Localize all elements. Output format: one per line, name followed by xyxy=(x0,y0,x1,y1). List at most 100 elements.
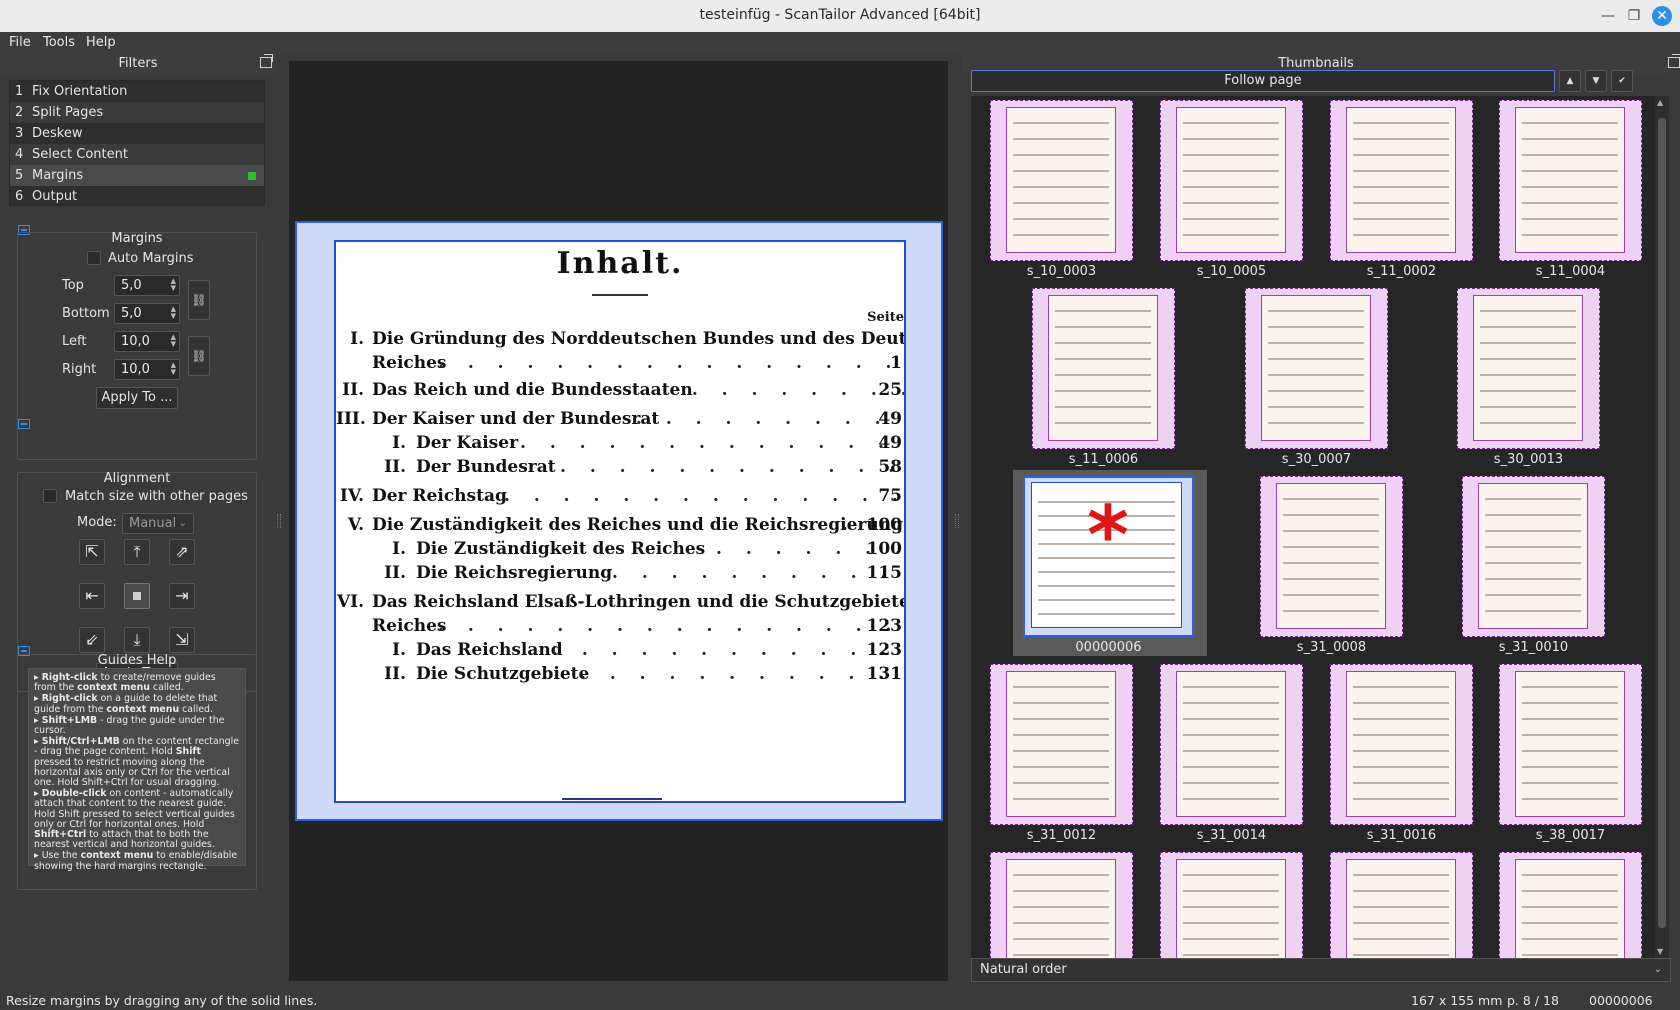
close-button[interactable]: ✕ xyxy=(1652,6,1672,26)
align-center-icon[interactable] xyxy=(124,583,150,609)
thumbnail-label: s_31_0016 xyxy=(1366,828,1437,843)
link-top-bottom-icon[interactable]: ⛓ xyxy=(188,280,210,320)
top-margin-input[interactable]: 5,0 ▲ ▼ xyxy=(114,275,180,296)
seite-label: Seite xyxy=(867,310,904,325)
spin-arrows-icon[interactable]: ▲ ▼ xyxy=(171,362,176,376)
right-margin-input[interactable]: 10,0 ▲ ▼ xyxy=(114,359,180,380)
align-bottom-left-icon[interactable]: ⇙ xyxy=(79,627,105,653)
filter-split-pages[interactable]: 2 Split Pages xyxy=(10,102,264,123)
filter-number: 5 xyxy=(15,168,24,183)
bottom-margin-input[interactable]: 5,0 ▲ ▼ xyxy=(114,303,180,324)
filters-panel-title: Filters xyxy=(0,54,276,74)
content-rectangle[interactable]: Inhalt. Seite I. Die Gründung des Norddeu… xyxy=(334,240,906,803)
maximize-button[interactable]: ❐ xyxy=(1624,6,1644,26)
scroll-up-icon[interactable]: ▲ xyxy=(1657,98,1663,107)
help-item: ▸ Double-click on content - automaticall… xyxy=(34,788,235,851)
toc-line: IV. Der Reichstag. . . . . . . . . . . . … xyxy=(339,486,904,506)
bottom-margin-value: 5,0 xyxy=(121,306,142,321)
thumbnail-label: s_11_0002 xyxy=(1366,264,1437,279)
spin-arrows-icon[interactable]: ▲ ▼ xyxy=(171,278,176,292)
margins-group: Margins Auto Margins Top 5,0 ▲ ▼ Bottom 5,… xyxy=(17,231,257,460)
filter-number: 3 xyxy=(15,126,24,141)
toc-line: II. Die Reichsregierung. . . . . . . . . … xyxy=(384,563,904,583)
align-top-icon[interactable]: ⤒ xyxy=(124,539,150,565)
sort-order-select[interactable]: Natural order ⌄ xyxy=(971,958,1671,982)
next-page-icon[interactable]: ▼ xyxy=(1585,70,1607,92)
help-item: ▸ Shift/Ctrl+LMB on the content rectangl… xyxy=(34,736,239,789)
filter-output[interactable]: 6 Output xyxy=(10,186,264,207)
thumbnail-label: s_31_0012 xyxy=(1026,828,1097,843)
status-hint: Resize margins by dragging any of the so… xyxy=(6,993,318,1008)
menu-help[interactable]: Help xyxy=(86,35,116,50)
filter-label: Select Content xyxy=(32,147,128,162)
margins-apply-button[interactable]: Apply To ... xyxy=(96,387,178,409)
align-left-icon[interactable]: ⇤ xyxy=(79,583,105,609)
title-rule xyxy=(592,294,648,296)
top-margin-label: Top xyxy=(62,278,84,293)
filter-margins[interactable]: 5 Margins xyxy=(10,165,264,186)
page-hard-margins[interactable]: Inhalt. Seite I. Die Gründung des Norddeu… xyxy=(295,221,943,821)
thumbnails-panel: Thumbnails Follow page ▲ ▼ ✔ s_10_0003 s… xyxy=(963,54,1680,990)
align-top-right-icon[interactable]: ⇗ xyxy=(169,539,195,565)
guides-help-text: ▸ Right-click to create/remove guides fr… xyxy=(28,668,246,871)
auto-margins-checkbox[interactable] xyxy=(87,251,101,265)
right-splitter-handle[interactable] xyxy=(955,514,959,528)
page-view[interactable]: Inhalt. Seite I. Die Gründung des Norddeu… xyxy=(289,61,948,981)
menu-bar: File Tools Help xyxy=(0,32,1680,54)
toc-line: II. Der Bundesrat. . . . . . . . . . . . … xyxy=(384,457,904,477)
undock-icon[interactable] xyxy=(1668,54,1680,68)
sort-order-value: Natural order xyxy=(980,962,1067,977)
match-size-checkbox[interactable] xyxy=(43,489,57,503)
filters-panel: Filters 1 Fix Orientation 2 Split Pages … xyxy=(0,54,276,990)
toc-line: Reiches. . . . . . . . . . . . . . . . .… xyxy=(372,353,904,373)
align-bottom-icon[interactable]: ⤓ xyxy=(124,627,150,653)
thumbnail-label: s_10_0003 xyxy=(1026,264,1097,279)
thumbnail-label: 00000006 xyxy=(1075,640,1142,655)
filter-fix-orientation[interactable]: 1 Fix Orientation xyxy=(10,81,264,102)
thumbnails-scrollbar[interactable]: ▲ ▼ xyxy=(1655,96,1669,958)
mode-select[interactable]: Manual ⌄ xyxy=(122,513,194,534)
scrollbar-handle[interactable] xyxy=(1658,118,1666,928)
filter-number: 4 xyxy=(15,147,24,162)
thumbnail-label: s_10_0005 xyxy=(1196,264,1267,279)
right-margin-value: 10,0 xyxy=(121,362,150,377)
filters-list: 1 Fix Orientation 2 Split Pages 3 Deskew… xyxy=(9,80,265,206)
filter-number: 2 xyxy=(15,105,24,120)
page-counter: p. 8 / 18 xyxy=(1507,993,1559,1008)
prev-page-icon[interactable]: ▲ xyxy=(1559,70,1581,92)
chevron-down-icon: ⌄ xyxy=(178,518,187,529)
spin-arrows-icon[interactable]: ▲ ▼ xyxy=(171,306,176,320)
window-title: testeinfüg - ScanTailor Advanced [64bit] xyxy=(699,7,981,23)
toc-line: II. Die Schutzgebiete. . . . . . . . . . … xyxy=(384,664,904,684)
toc-line: I. Das Reichsland. . . . . . . . . . . . … xyxy=(392,640,904,660)
title-bar: testeinfüg - ScanTailor Advanced [64bit]… xyxy=(0,0,1680,32)
bottom-margin-label: Bottom xyxy=(62,306,110,321)
filter-select-content[interactable]: 4 Select Content xyxy=(10,144,264,165)
link-left-right-icon[interactable]: ⛓ xyxy=(188,336,210,376)
minimize-button[interactable]: — xyxy=(1598,6,1618,26)
toc-line: I. Die Zuständigkeit des Reiches. . . . .… xyxy=(392,539,904,559)
filter-number: 1 xyxy=(15,84,24,99)
spin-arrows-icon[interactable]: ▲ ▼ xyxy=(171,334,176,348)
menu-tools[interactable]: Tools xyxy=(43,35,75,50)
filter-label: Deskew xyxy=(32,126,83,141)
help-item: ▸ Right-click on a guide to delete that … xyxy=(34,693,218,715)
menu-file[interactable]: File xyxy=(9,35,31,50)
follow-page-button[interactable]: Follow page xyxy=(971,70,1555,92)
align-right-icon[interactable]: ⇥ xyxy=(169,583,195,609)
align-bottom-right-icon[interactable]: ⇲ xyxy=(169,627,195,653)
check-icon[interactable]: ✔ xyxy=(1611,70,1633,92)
filter-deskew[interactable]: 3 Deskew xyxy=(10,123,264,144)
status-bar: Resize margins by dragging any of the so… xyxy=(0,990,1680,1010)
left-margin-input[interactable]: 10,0 ▲ ▼ xyxy=(114,331,180,352)
align-top-left-icon[interactable]: ⇱ xyxy=(79,539,105,565)
alignment-collapse-icon[interactable] xyxy=(18,419,30,429)
chevron-down-icon: ⌄ xyxy=(1653,964,1662,975)
match-size-label: Match size with other pages xyxy=(65,489,248,504)
toc-line: II. Das Reich und die Bundesstaaten. . . … xyxy=(342,380,904,400)
undock-icon[interactable] xyxy=(260,54,273,68)
scroll-down-icon[interactable]: ▼ xyxy=(1657,947,1663,956)
margins-group-title: Margins xyxy=(111,231,163,246)
alignment-group-title: Alignment xyxy=(103,471,171,486)
left-splitter-handle[interactable] xyxy=(277,514,281,528)
